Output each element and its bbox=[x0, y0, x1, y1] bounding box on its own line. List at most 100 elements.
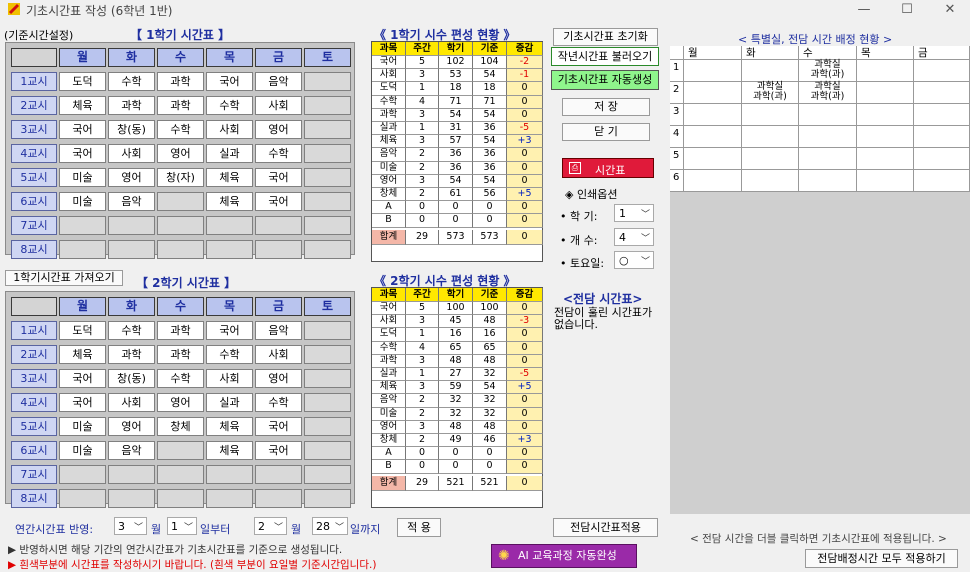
timetable-cell[interactable]: 영어 bbox=[108, 168, 155, 187]
timetable-cell[interactable]: 사회 bbox=[108, 144, 155, 163]
timetable-cell[interactable] bbox=[304, 321, 351, 340]
timetable-cell[interactable] bbox=[206, 489, 253, 508]
special-cell[interactable] bbox=[684, 148, 742, 170]
timetable-cell[interactable]: 음악 bbox=[108, 441, 155, 460]
timetable-cell[interactable]: 영어 bbox=[255, 369, 302, 388]
period-label[interactable]: 8교시 bbox=[11, 489, 57, 508]
special-cell[interactable] bbox=[857, 170, 914, 192]
timetable-cell[interactable] bbox=[157, 216, 204, 235]
timetable-cell[interactable]: 과학 bbox=[157, 345, 204, 364]
timetable-cell[interactable] bbox=[304, 240, 351, 259]
timetable-cell[interactable] bbox=[304, 144, 351, 163]
timetable-cell[interactable] bbox=[157, 441, 204, 460]
special-cell[interactable] bbox=[799, 170, 857, 192]
timetable-cell[interactable]: 영어 bbox=[157, 393, 204, 412]
period-label[interactable]: 7교시 bbox=[11, 465, 57, 484]
close-button[interactable]: 닫 기 bbox=[562, 123, 650, 141]
special-cell[interactable] bbox=[857, 148, 914, 170]
save-button[interactable]: 저 장 bbox=[562, 98, 650, 116]
timetable-cell[interactable]: 사회 bbox=[108, 393, 155, 412]
timetable-cell[interactable]: 체육 bbox=[206, 441, 253, 460]
special-cell[interactable] bbox=[742, 60, 799, 82]
timetable-cell[interactable] bbox=[157, 489, 204, 508]
timetable-cell[interactable] bbox=[108, 240, 155, 259]
timetable-cell[interactable] bbox=[255, 240, 302, 259]
dedicated-apply-button[interactable]: 전담시간표적용 bbox=[553, 518, 658, 537]
timetable-cell[interactable]: 과학 bbox=[108, 96, 155, 115]
timetable-cell[interactable]: 창체 bbox=[157, 417, 204, 436]
timetable-cell[interactable]: 수학 bbox=[157, 120, 204, 139]
timetable-cell[interactable] bbox=[157, 192, 204, 211]
timetable-cell[interactable]: 미술 bbox=[59, 192, 106, 211]
timetable-cell[interactable] bbox=[304, 192, 351, 211]
timetable-cell[interactable]: 체육 bbox=[206, 168, 253, 187]
timetable-cell[interactable]: 영어 bbox=[108, 417, 155, 436]
timetable-cell[interactable]: 국어 bbox=[206, 72, 253, 91]
apply-all-button[interactable]: 전담배정시간 모두 적용하기 bbox=[805, 549, 958, 568]
month-from-select[interactable]: 3 ﹀ bbox=[114, 517, 147, 535]
timetable-cell[interactable] bbox=[304, 393, 351, 412]
timetable-cell[interactable] bbox=[304, 465, 351, 484]
timetable-cell[interactable]: 음악 bbox=[255, 321, 302, 340]
timetable-cell[interactable]: 도덕 bbox=[59, 321, 106, 340]
timetable-cell[interactable]: 체육 bbox=[206, 192, 253, 211]
timetable-cell[interactable]: 국어 bbox=[59, 369, 106, 388]
special-cell[interactable] bbox=[742, 148, 799, 170]
special-cell[interactable] bbox=[742, 104, 799, 126]
timetable-cell[interactable]: 과학 bbox=[157, 321, 204, 340]
timetable-cell[interactable] bbox=[304, 345, 351, 364]
timetable-cell[interactable]: 도덕 bbox=[59, 72, 106, 91]
period-label[interactable]: 2교시 bbox=[11, 345, 57, 364]
timetable-cell[interactable]: 국어 bbox=[59, 144, 106, 163]
day-from-select[interactable]: 1 ﹀ bbox=[167, 517, 197, 535]
special-cell[interactable] bbox=[684, 104, 742, 126]
timetable-cell[interactable] bbox=[304, 96, 351, 115]
timetable-cell[interactable] bbox=[108, 489, 155, 508]
month-to-select[interactable]: 2 ﹀ bbox=[254, 517, 287, 535]
special-cell[interactable] bbox=[914, 170, 970, 192]
load-sem1-button[interactable]: 1학기시간표 가져오기 bbox=[5, 270, 123, 286]
special-cell[interactable] bbox=[857, 126, 914, 148]
timetable-cell[interactable]: 수학 bbox=[255, 393, 302, 412]
timetable-cell[interactable]: 미술 bbox=[59, 168, 106, 187]
timetable-cell[interactable]: 창(동) bbox=[108, 369, 155, 388]
timetable-button[interactable]: ⎙ 시간표 bbox=[562, 158, 654, 178]
timetable-cell[interactable] bbox=[59, 465, 106, 484]
timetable-cell[interactable]: 사회 bbox=[255, 96, 302, 115]
timetable-cell[interactable] bbox=[304, 369, 351, 388]
special-cell[interactable] bbox=[684, 126, 742, 148]
minimize-button[interactable]: — bbox=[846, 0, 882, 19]
timetable-cell[interactable] bbox=[59, 216, 106, 235]
semester-select[interactable]: 1 ﹀ bbox=[614, 204, 654, 222]
period-label[interactable]: 5교시 bbox=[11, 417, 57, 436]
timetable-cell[interactable]: 수학 bbox=[206, 96, 253, 115]
timetable-cell[interactable] bbox=[206, 240, 253, 259]
timetable-cell[interactable]: 국어 bbox=[255, 441, 302, 460]
special-cell[interactable] bbox=[914, 82, 970, 104]
special-cell[interactable] bbox=[857, 82, 914, 104]
timetable-cell[interactable]: 수학 bbox=[255, 144, 302, 163]
special-cell[interactable] bbox=[914, 126, 970, 148]
close-window-button[interactable]: ✕ bbox=[932, 0, 968, 19]
timetable-cell[interactable]: 미술 bbox=[59, 417, 106, 436]
timetable-cell[interactable]: 국어 bbox=[255, 417, 302, 436]
timetable-cell[interactable] bbox=[108, 465, 155, 484]
timetable-cell[interactable] bbox=[304, 168, 351, 187]
timetable-cell[interactable] bbox=[59, 240, 106, 259]
timetable-cell[interactable]: 수학 bbox=[108, 72, 155, 91]
timetable-cell[interactable]: 과학 bbox=[157, 72, 204, 91]
special-cell[interactable] bbox=[799, 126, 857, 148]
special-cell[interactable] bbox=[857, 104, 914, 126]
timetable-cell[interactable] bbox=[304, 120, 351, 139]
maximize-button[interactable]: ☐ bbox=[889, 0, 925, 19]
period-label[interactable]: 4교시 bbox=[11, 144, 57, 163]
timetable-cell[interactable] bbox=[255, 465, 302, 484]
timetable-cell[interactable]: 영어 bbox=[255, 120, 302, 139]
timetable-cell[interactable]: 창(자) bbox=[157, 168, 204, 187]
reset-button[interactable]: 기초시간표 초기화 bbox=[553, 28, 658, 46]
special-cell[interactable]: 과학실 과학(과) bbox=[799, 82, 857, 104]
timetable-cell[interactable]: 체육 bbox=[59, 345, 106, 364]
period-label[interactable]: 6교시 bbox=[11, 441, 57, 460]
timetable-cell[interactable]: 미술 bbox=[59, 441, 106, 460]
timetable-cell[interactable] bbox=[304, 489, 351, 508]
